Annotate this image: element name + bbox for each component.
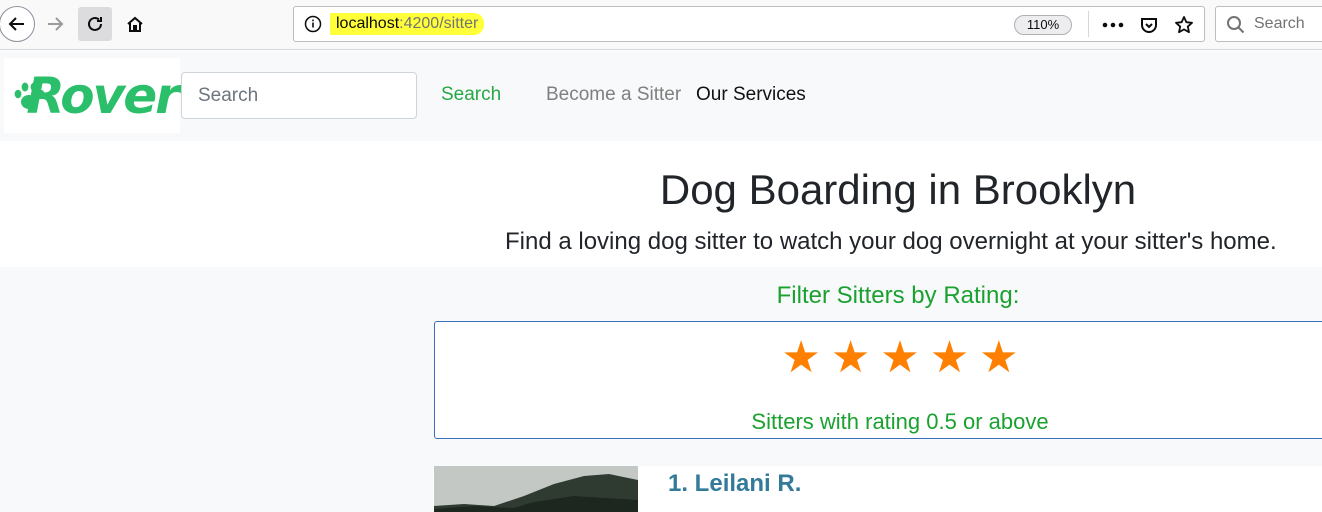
- info-icon[interactable]: [304, 15, 322, 33]
- search-button[interactable]: Search: [441, 84, 501, 106]
- url-text[interactable]: localhost:4200/sitter: [330, 13, 485, 35]
- zoom-level-badge[interactable]: 110%: [1014, 15, 1072, 35]
- rover-logo[interactable]: Rover: [4, 58, 180, 133]
- browser-search-bar[interactable]: Search: [1215, 6, 1322, 42]
- forward-button[interactable]: [38, 7, 72, 41]
- url-path: :4200/sitter: [399, 15, 479, 32]
- rating-filter-box: ★ ★ ★ ★ ★ Sitters with rating 0.5 or abo…: [434, 321, 1322, 439]
- search-icon: [1227, 16, 1245, 34]
- page-actions-button[interactable]: [1100, 12, 1126, 38]
- page-title: Dog Boarding in Brooklyn: [659, 166, 1137, 213]
- paw-icon: [14, 82, 45, 109]
- browser-search-placeholder: Search: [1254, 15, 1305, 32]
- home-icon: [127, 16, 143, 32]
- star-icon[interactable]: ★: [979, 330, 1018, 386]
- address-bar[interactable]: localhost:4200/sitter 110%: [293, 6, 1205, 42]
- sitter-card: 1. Leilani R.: [433, 466, 1322, 512]
- bookmark-star-icon: [1175, 16, 1193, 34]
- pocket-icon: [1141, 18, 1157, 33]
- home-button[interactable]: [118, 7, 152, 41]
- url-host: localhost: [336, 15, 400, 32]
- our-services-link[interactable]: Our Services: [696, 84, 806, 106]
- bookmark-button[interactable]: [1171, 12, 1197, 38]
- logo-text: Rover: [26, 66, 180, 125]
- site-navbar: Rover Search Become a Sitter Our Service…: [0, 51, 1322, 141]
- left-sidebar: [0, 267, 433, 512]
- star-icon[interactable]: ★: [880, 330, 919, 386]
- arrow-left-icon: [8, 17, 24, 31]
- become-a-sitter-link[interactable]: Become a Sitter: [546, 84, 681, 106]
- more-icon: [1102, 22, 1124, 28]
- filter-title: Filter Sitters by Rating:: [776, 282, 1020, 309]
- back-button[interactable]: [0, 6, 35, 42]
- star-icon[interactable]: ★: [781, 330, 820, 386]
- sitter-name[interactable]: 1. Leilani R.: [668, 470, 801, 498]
- browser-toolbar: localhost:4200/sitter 110% Search: [0, 0, 1322, 50]
- page-subtitle: Find a loving dog sitter to watch your d…: [505, 228, 1277, 255]
- sitter-photo[interactable]: [434, 466, 638, 512]
- reload-button[interactable]: [78, 7, 112, 41]
- pocket-button[interactable]: [1136, 12, 1162, 38]
- rating-caption: Sitters with rating 0.5 or above: [751, 409, 1049, 434]
- star-icon[interactable]: ★: [831, 330, 870, 386]
- arrow-right-icon: [48, 17, 64, 31]
- reload-icon: [88, 16, 102, 31]
- landscape-image: [434, 466, 638, 512]
- star-rating: ★ ★ ★ ★ ★: [435, 330, 1322, 386]
- site-search-input[interactable]: [181, 72, 417, 119]
- divider: [1088, 11, 1089, 37]
- star-icon[interactable]: ★: [930, 330, 969, 386]
